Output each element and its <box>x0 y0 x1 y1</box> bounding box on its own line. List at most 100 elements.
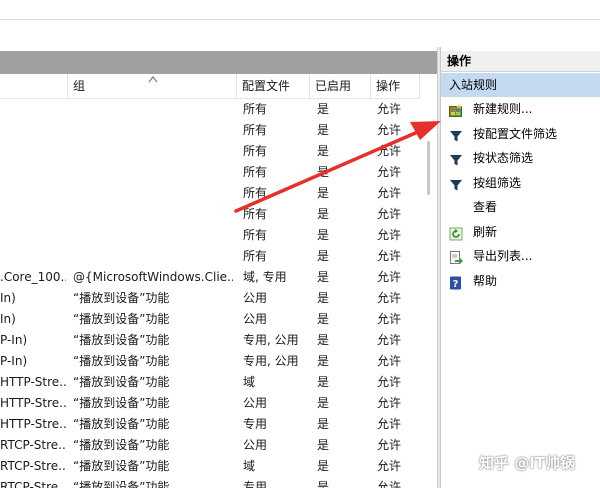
cell-group: “播放到设备”功能 <box>73 291 170 305</box>
table-row[interactable]: P-In) “播放到设备”功能 专用, 公用 是 允许 <box>0 330 420 351</box>
action-label: 导出列表... <box>473 249 533 263</box>
cell-action: 允许 <box>377 459 402 473</box>
sort-ascending-icon <box>148 76 158 83</box>
cell-profile: 专用, 公用 <box>243 354 299 368</box>
column-header-enabled[interactable]: 已启用 <box>310 74 371 99</box>
filter-icon <box>449 176 463 190</box>
table-row[interactable]: 所有 是 允许 <box>0 141 420 162</box>
table-row[interactable]: HTTP-Stre... “播放到设备”功能 公用 是 允许 <box>0 393 420 414</box>
cell-name <box>0 141 66 162</box>
table-row[interactable]: 所有 是 允许 <box>0 183 420 204</box>
cell-enabled: 是 <box>317 417 330 431</box>
cell-name: RTCP-Stre... <box>0 438 66 452</box>
column-header-name[interactable] <box>0 74 68 99</box>
cell-profile: 所有 <box>243 249 268 263</box>
table-row[interactable]: P-In) “播放到设备”功能 专用, 公用 是 允许 <box>0 351 420 372</box>
cell-profile: 所有 <box>243 207 268 221</box>
cell-name: HTTP-Stre... <box>0 375 66 389</box>
table-row[interactable]: 所有 是 允许 <box>0 162 420 183</box>
cell-name: HTTP-Stre... <box>0 417 66 431</box>
cell-profile: 公用 <box>243 312 268 326</box>
action-label: 按组筛选 <box>473 175 522 190</box>
table-row[interactable]: HTTP-Stre... “播放到设备”功能 域 是 允许 <box>0 372 420 393</box>
cell-action: 允许 <box>377 480 402 488</box>
cell-name: .Core_100... <box>0 270 66 284</box>
filter-icon <box>449 151 463 166</box>
cell-enabled: 是 <box>317 291 330 305</box>
cell-enabled: 是 <box>317 123 330 137</box>
cell-group: “播放到设备”功能 <box>73 396 170 410</box>
table-row[interactable]: In) “播放到设备”功能 公用 是 允许 <box>0 309 420 330</box>
cell-name <box>0 162 66 183</box>
table-row[interactable]: RTCP-Stre... “播放到设备”功能 专用 是 允许 <box>0 477 420 488</box>
inbound-rules-section[interactable]: 入站规则 <box>441 73 600 97</box>
cell-name <box>0 246 66 267</box>
cell-group <box>73 246 233 267</box>
cell-name <box>0 225 66 246</box>
top-toolbar <box>0 0 600 47</box>
action-help[interactable]: ? 帮助 <box>441 269 600 294</box>
cell-action: 允许 <box>377 312 402 326</box>
cell-profile: 域 <box>243 459 256 473</box>
action-filter-by-group[interactable]: 按组筛选 <box>441 171 600 196</box>
action-filter-by-state[interactable]: 按状态筛选 <box>441 146 600 171</box>
cell-profile: 所有 <box>243 123 268 137</box>
table-row[interactable]: 所有 是 允许 <box>0 225 420 246</box>
action-new-rule[interactable]: 新建规则... <box>441 97 600 122</box>
cell-profile: 专用 <box>243 480 268 488</box>
export-icon <box>449 249 463 264</box>
cell-profile: 公用 <box>243 438 268 452</box>
action-label: 查看 <box>473 200 498 214</box>
cell-profile: 域 <box>243 375 256 389</box>
cell-profile: 所有 <box>243 186 268 200</box>
column-header-row: 组 配置文件 已启用 操作 <box>0 74 420 99</box>
cell-group: “播放到设备”功能 <box>73 375 170 389</box>
cell-name <box>0 183 66 204</box>
cell-group: “播放到设备”功能 <box>73 459 170 473</box>
cell-group: “播放到设备”功能 <box>73 333 170 347</box>
table-row[interactable]: 所有 是 允许 <box>0 246 420 267</box>
action-filter-by-profile[interactable]: 按配置文件筛选 <box>441 122 600 147</box>
action-view[interactable]: 查看 <box>441 195 600 220</box>
pane-header-bar <box>0 51 437 74</box>
table-row[interactable]: 所有 是 允许 <box>0 204 420 225</box>
cell-enabled: 是 <box>317 375 330 389</box>
cell-enabled: 是 <box>317 249 330 263</box>
cell-group: @{MicrosoftWindows.Clie... <box>73 270 233 284</box>
cell-group <box>73 99 233 120</box>
cell-name <box>0 204 66 225</box>
cell-action: 允许 <box>377 123 402 137</box>
cell-name: P-In) <box>0 354 28 368</box>
cell-group <box>73 120 233 141</box>
cell-action: 允许 <box>377 438 402 452</box>
cell-action: 允许 <box>377 354 402 368</box>
cell-enabled: 是 <box>317 396 330 410</box>
cell-enabled: 是 <box>317 102 330 116</box>
table-row[interactable]: 所有 是 允许 <box>0 120 420 141</box>
watermark-text: 知乎 @IT帅锅 <box>479 454 576 472</box>
cell-enabled: 是 <box>317 165 330 179</box>
cell-group <box>73 141 233 162</box>
scrollbar-thumb[interactable] <box>427 141 430 195</box>
vertical-scrollbar[interactable] <box>422 99 436 488</box>
action-export-list[interactable]: 导出列表... <box>441 244 600 269</box>
cell-action: 允许 <box>377 417 402 431</box>
table-row[interactable]: 所有 是 允许 <box>0 99 420 120</box>
column-header-action[interactable]: 操作 <box>371 74 420 99</box>
actions-pane: 操作 入站规则 新建规则... 按配置文件筛选 按状态筛选 按组筛选 查看 刷新 导出列表.… <box>440 47 600 488</box>
table-row[interactable]: RTCP-Stre... “播放到设备”功能 公用 是 允许 <box>0 435 420 456</box>
cell-enabled: 是 <box>317 333 330 347</box>
cell-action: 允许 <box>377 333 402 347</box>
cell-action: 允许 <box>377 165 402 179</box>
column-header-profile[interactable]: 配置文件 <box>237 74 310 99</box>
table-row[interactable]: HTTP-Stre... “播放到设备”功能 专用 是 允许 <box>0 414 420 435</box>
table-row[interactable]: .Core_100... @{MicrosoftWindows.Clie... 域,… <box>0 267 420 288</box>
cell-profile: 专用, 公用 <box>243 333 299 347</box>
table-row[interactable]: RTCP-Stre... “播放到设备”功能 域 是 允许 <box>0 456 420 477</box>
action-refresh[interactable]: 刷新 <box>441 220 600 245</box>
cell-action: 允许 <box>377 291 402 305</box>
cell-profile: 所有 <box>243 165 268 179</box>
table-row[interactable]: In) “播放到设备”功能 公用 是 允许 <box>0 288 420 309</box>
cell-group: “播放到设备”功能 <box>73 417 170 431</box>
refresh-icon <box>449 225 463 240</box>
